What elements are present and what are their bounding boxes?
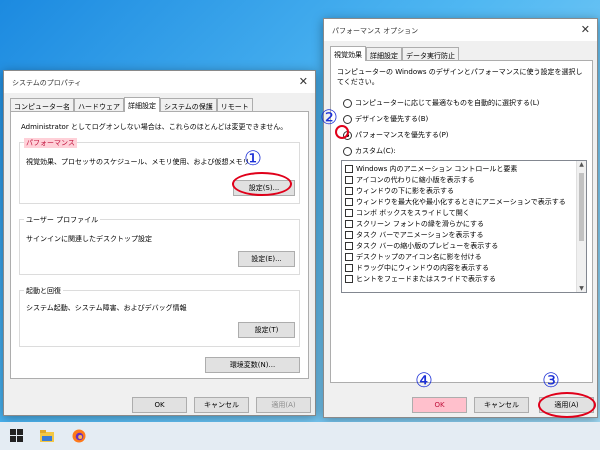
list-item[interactable]: デスクトップのアイコン名に影を付ける — [345, 251, 482, 262]
performance-description: 視覚効果、プロセッサのスケジュール、メモリ使用、および仮想メモリ — [26, 158, 250, 166]
file-explorer-icon[interactable] — [40, 429, 54, 443]
startup-recovery-description: システム起動、システム障害、およびデバッグ情報 — [26, 304, 187, 312]
cancel-button[interactable]: キャンセル — [474, 397, 529, 413]
admin-note: Administrator としてログオンしない場合は、これらのほとんどは変更で… — [21, 123, 288, 131]
radio-button[interactable] — [343, 98, 352, 108]
radio-performance[interactable]: パフォーマンスを優先する(P) — [343, 130, 449, 140]
list-item[interactable]: アイコンの代わりに縮小版を表示する — [345, 174, 475, 185]
list-item[interactable]: Windows 内のアニメーション コントロールと要素 — [345, 163, 517, 174]
system-properties-window: システムのプロパティ ✕ コンピューター名 ハードウェア 詳細設定 システムの保… — [3, 70, 316, 416]
highlight-ring-settings — [232, 172, 292, 196]
close-icon[interactable]: ✕ — [299, 75, 308, 88]
close-icon[interactable]: ✕ — [581, 23, 590, 36]
tab-computer-name[interactable]: コンピューター名 — [10, 98, 74, 112]
list-item[interactable]: ヒントをフェードまたはスライドで表示する — [345, 273, 496, 284]
sysprops-tabs: コンピューター名 ハードウェア 詳細設定 システムの保護 リモート — [10, 97, 253, 112]
radio-custom[interactable]: カスタム(C): — [343, 146, 396, 156]
list-item[interactable]: ウィンドウを最大化や最小化するときにアニメーションで表示する — [345, 196, 566, 207]
list-item[interactable]: ドラッグ中にウィンドウの内容を表示する — [345, 262, 489, 273]
window-title: パフォーマンス オプション — [332, 27, 419, 35]
startup-recovery-group: 起動と回復 システム起動、システム障害、およびデバッグ情報 設定(T) — [19, 286, 300, 347]
scrollbar-thumb[interactable] — [579, 173, 584, 241]
highlight-ring-apply — [538, 392, 596, 418]
user-profile-group-title: ユーザー プロファイル — [24, 215, 101, 225]
checkbox[interactable] — [345, 274, 353, 283]
radio-label: カスタム(C): — [355, 147, 396, 155]
radio-label: パフォーマンスを優先する(P) — [355, 131, 449, 139]
performance-group-title: パフォーマンス — [24, 138, 77, 148]
checkbox[interactable] — [345, 219, 353, 228]
checkbox[interactable] — [345, 241, 353, 250]
cancel-button[interactable]: キャンセル — [194, 397, 249, 413]
perfopts-tabs: 視覚効果 詳細設定 データ実行防止 — [330, 46, 459, 61]
list-scrollbar[interactable]: ▲ ▼ — [576, 161, 586, 292]
apply-button[interactable]: 適用(A) — [256, 397, 311, 413]
radio-label: デザインを優先する(B) — [355, 115, 429, 123]
radio-button[interactable] — [343, 114, 352, 124]
performance-options-titlebar[interactable]: パフォーマンス オプション ✕ — [324, 19, 597, 41]
performance-options-window: パフォーマンス オプション ✕ 視覚効果 詳細設定 データ実行防止 コンピュータ… — [323, 18, 598, 418]
checkbox[interactable] — [345, 175, 353, 184]
checkbox[interactable] — [345, 197, 353, 206]
user-profile-settings-button[interactable]: 設定(E)... — [238, 251, 295, 267]
firefox-icon[interactable] — [72, 429, 86, 443]
startup-recovery-group-title: 起動と回復 — [24, 286, 63, 296]
annotation-1: ① — [244, 146, 262, 170]
ok-button[interactable]: OK — [132, 397, 187, 413]
sysprops-tab-panel: Administrator としてログオンしない場合は、これらのほとんどは変更で… — [10, 111, 309, 379]
tab-remote[interactable]: リモート — [216, 98, 253, 112]
user-profile-group: ユーザー プロファイル サインインに関連したデスクトップ設定 設定(E)... — [19, 215, 300, 275]
radio-appearance[interactable]: デザインを優先する(B) — [343, 114, 428, 124]
checkbox[interactable] — [345, 208, 353, 217]
radio-button[interactable] — [343, 146, 352, 156]
system-properties-titlebar[interactable]: システムのプロパティ ✕ — [4, 71, 315, 93]
taskbar — [0, 422, 600, 450]
annotation-2: ② — [320, 105, 338, 129]
highlight-ring-radio — [335, 125, 349, 139]
ok-button[interactable]: OK — [412, 397, 467, 413]
checkbox[interactable] — [345, 186, 353, 195]
checkbox[interactable] — [345, 164, 353, 173]
visual-effects-list[interactable]: Windows 内のアニメーション コントロールと要素 アイコンの代わりに縮小版… — [341, 160, 587, 293]
annotation-3: ③ — [542, 368, 560, 392]
tab-advanced[interactable]: 詳細設定 — [124, 97, 160, 112]
radio-label: コンピューターに応じて最適なものを自動的に選択する(L) — [355, 99, 540, 107]
environment-variables-button[interactable]: 環境変数(N)... — [205, 357, 300, 373]
radio-auto[interactable]: コンピューターに応じて最適なものを自動的に選択する(L) — [343, 98, 539, 108]
list-item[interactable]: ウィンドウの下に影を表示する — [345, 185, 454, 196]
scroll-down-icon[interactable]: ▼ — [577, 285, 586, 292]
windows-start-icon[interactable] — [10, 429, 24, 443]
checkbox[interactable] — [345, 263, 353, 272]
list-item[interactable]: タスク バーの縮小版のプレビューを表示する — [345, 240, 498, 251]
tab-advanced[interactable]: 詳細設定 — [366, 47, 402, 61]
tab-hardware[interactable]: ハードウェア — [74, 98, 124, 112]
annotation-4: ④ — [415, 368, 433, 392]
checkbox[interactable] — [345, 230, 353, 239]
list-item[interactable]: タスク バーでアニメーションを表示する — [345, 229, 484, 240]
visual-effects-panel: コンピューターの Windows のデザインとパフォーマンスに使う設定を選択して… — [330, 60, 593, 383]
list-item[interactable]: スクリーン フォントの縁を滑らかにする — [345, 218, 484, 229]
startup-recovery-settings-button[interactable]: 設定(T) — [238, 322, 295, 338]
tab-visual-effects[interactable]: 視覚効果 — [330, 46, 366, 61]
list-item[interactable]: コンボ ボックスをスライドして開く — [345, 207, 470, 218]
tab-dep[interactable]: データ実行防止 — [402, 47, 459, 61]
window-title: システムのプロパティ — [12, 79, 82, 87]
scroll-up-icon[interactable]: ▲ — [577, 161, 586, 168]
checkbox[interactable] — [345, 252, 353, 261]
user-profile-description: サインインに関連したデスクトップ設定 — [26, 235, 152, 243]
tab-system-protection[interactable]: システムの保護 — [160, 98, 217, 112]
visual-effects-description: コンピューターの Windows のデザインとパフォーマンスに使う設定を選択して… — [337, 68, 583, 86]
